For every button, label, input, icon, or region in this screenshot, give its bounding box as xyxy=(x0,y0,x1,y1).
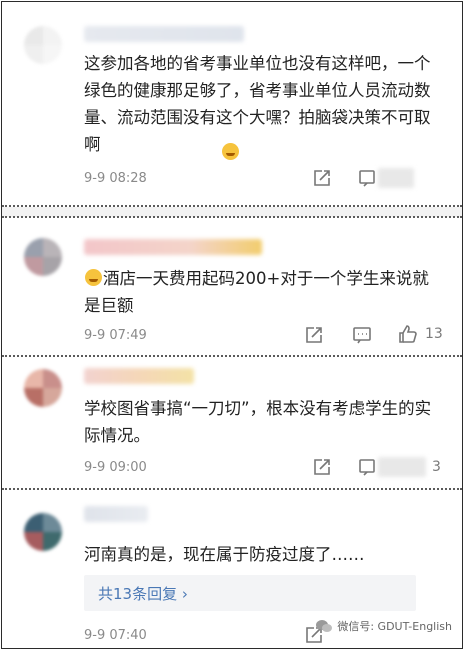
username-redacted xyxy=(84,239,262,255)
avatar[interactable] xyxy=(24,513,62,551)
like-count: 13 xyxy=(425,326,443,342)
share-icon[interactable] xyxy=(312,457,332,477)
like-count: 3 xyxy=(432,459,441,475)
username-redacted xyxy=(84,506,148,522)
comment-reply-icon[interactable] xyxy=(358,168,378,188)
wechat-icon xyxy=(315,619,333,633)
like-area-redacted xyxy=(378,168,414,188)
avatar[interactable] xyxy=(24,238,62,276)
wechat-watermark: 微信号: GDUT-English xyxy=(315,618,452,634)
comment-text: 学校图省事搞“一刀切”，根本没有考虑学生的实际情况。 xyxy=(84,399,432,445)
comment-list: 这参加各地的省考事业单位也没有这样吧，一个绿色的健康那足够了，省考事业单位人员流… xyxy=(1,1,463,649)
laugh-emoji-icon xyxy=(222,143,239,160)
comment-text: 酒店一天费用起码200+对于一个学生来说就是巨额 xyxy=(84,269,429,315)
username-redacted xyxy=(84,368,194,384)
comment-reply-icon[interactable] xyxy=(352,325,372,345)
comment-reply-icon[interactable] xyxy=(358,457,378,477)
share-icon[interactable] xyxy=(304,325,324,345)
view-replies-button[interactable]: 共13条回复 › xyxy=(84,575,416,611)
replies-label: 共13条回复 › xyxy=(98,585,188,603)
grin-sweat-emoji-icon xyxy=(85,269,102,286)
comment-text: 这参加各地的省考事业单位也没有这样吧，一个绿色的健康那足够了，省考事业单位人员流… xyxy=(84,54,431,154)
comment-text: 河南真的是，现在属于防疫过度了…… xyxy=(84,545,365,564)
comment-time: 9-9 07:49 xyxy=(84,328,147,343)
comment-time: 9-9 09:00 xyxy=(84,460,147,475)
comment-time: 9-9 08:28 xyxy=(84,171,147,186)
watermark-text: 微信号: GDUT-English xyxy=(337,620,452,633)
username-redacted xyxy=(84,26,244,42)
avatar[interactable] xyxy=(24,26,62,64)
like-icon[interactable] xyxy=(398,324,418,344)
avatar[interactable] xyxy=(24,369,62,407)
share-icon[interactable] xyxy=(312,168,332,188)
comment-time: 9-9 07:40 xyxy=(84,628,147,643)
like-area-redacted xyxy=(378,457,426,477)
